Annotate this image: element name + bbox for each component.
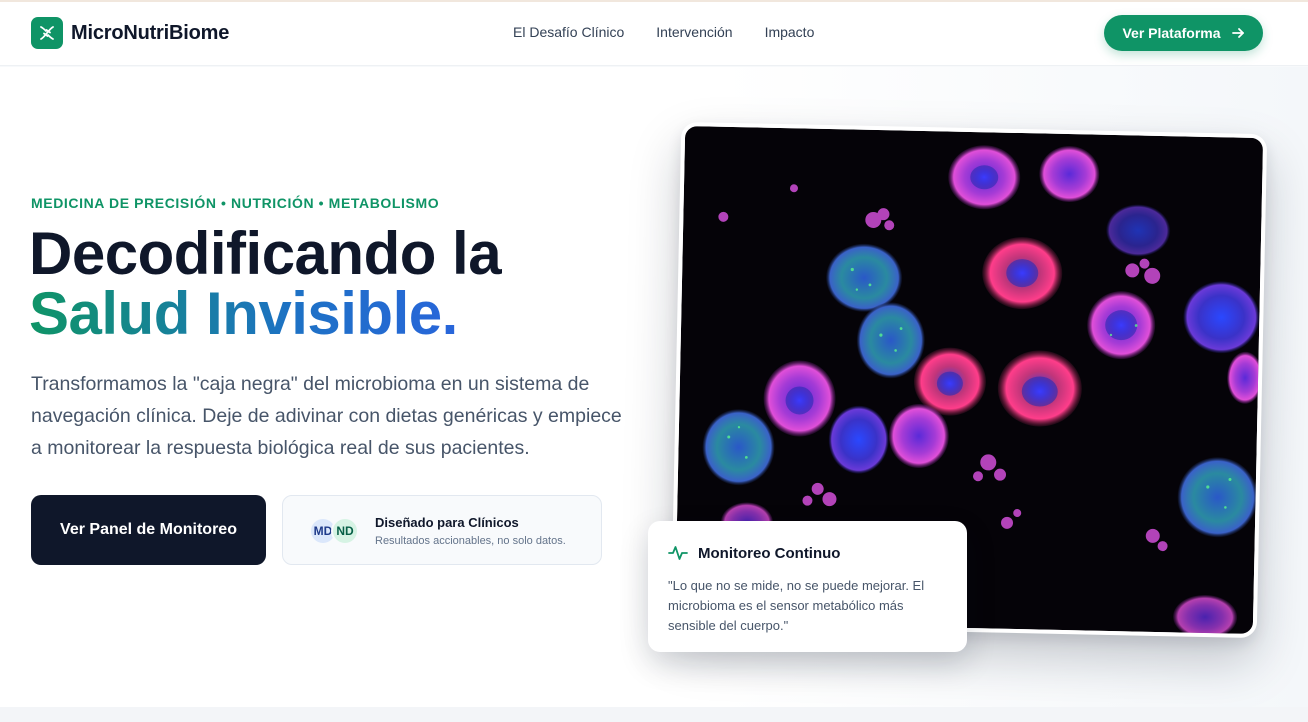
ver-plataforma-button[interactable]: Ver Plataforma (1104, 15, 1263, 51)
avatar-group: MD ND (309, 517, 363, 545)
trust-title: Diseñado para Clínicos (375, 515, 519, 530)
nav-link-desafio-clinico[interactable]: El Desafío Clínico (513, 24, 624, 40)
monitoreo-continuo-card: Monitoreo Continuo "Lo que no se mide, n… (648, 521, 967, 652)
activity-pulse-icon (668, 546, 688, 560)
nav-link-intervencion[interactable]: Intervención (656, 24, 732, 40)
trust-subtitle: Resultados accionables, no solo datos. (375, 535, 566, 547)
hero-headline: Decodificando la Salud Invisible. (29, 220, 502, 344)
quote-card-title: Monitoreo Continuo (698, 544, 841, 562)
avatar-nd: ND (331, 517, 359, 545)
quote-card-text: "Lo que no se mide, no se puede mejorar.… (668, 578, 925, 633)
ver-panel-monitoreo-button[interactable]: Ver Panel de Monitoreo (31, 495, 266, 565)
main-nav: El Desafío Clínico Intervención Impacto (513, 24, 814, 40)
logo-badge (31, 17, 63, 49)
brand-name: MicroNutriBiome (71, 21, 230, 44)
next-section-edge (0, 707, 1308, 722)
ver-plataforma-label: Ver Plataforma (1122, 25, 1221, 41)
quote-card-header: Monitoreo Continuo (668, 543, 840, 563)
headline-line-2: Salud Invisible. (29, 284, 501, 344)
dna-icon (40, 26, 54, 40)
arrow-right-icon (1231, 28, 1244, 38)
headline-line-1: Decodificando la (29, 220, 502, 287)
hero-lead-paragraph: Transformamos la "caja negra" del microb… (31, 373, 622, 459)
brand[interactable]: MicroNutriBiome (31, 17, 229, 49)
clinician-trust-card: MD ND Diseñado para Clínicos Resultados … (282, 495, 602, 565)
hero-eyebrow: MEDICINA DE PRECISIÓN • NUTRICIÓN • META… (31, 195, 440, 211)
site-header: MicroNutriBiome El Desafío Clínico Inter… (0, 2, 1308, 66)
nav-link-impacto[interactable]: Impacto (765, 24, 815, 40)
